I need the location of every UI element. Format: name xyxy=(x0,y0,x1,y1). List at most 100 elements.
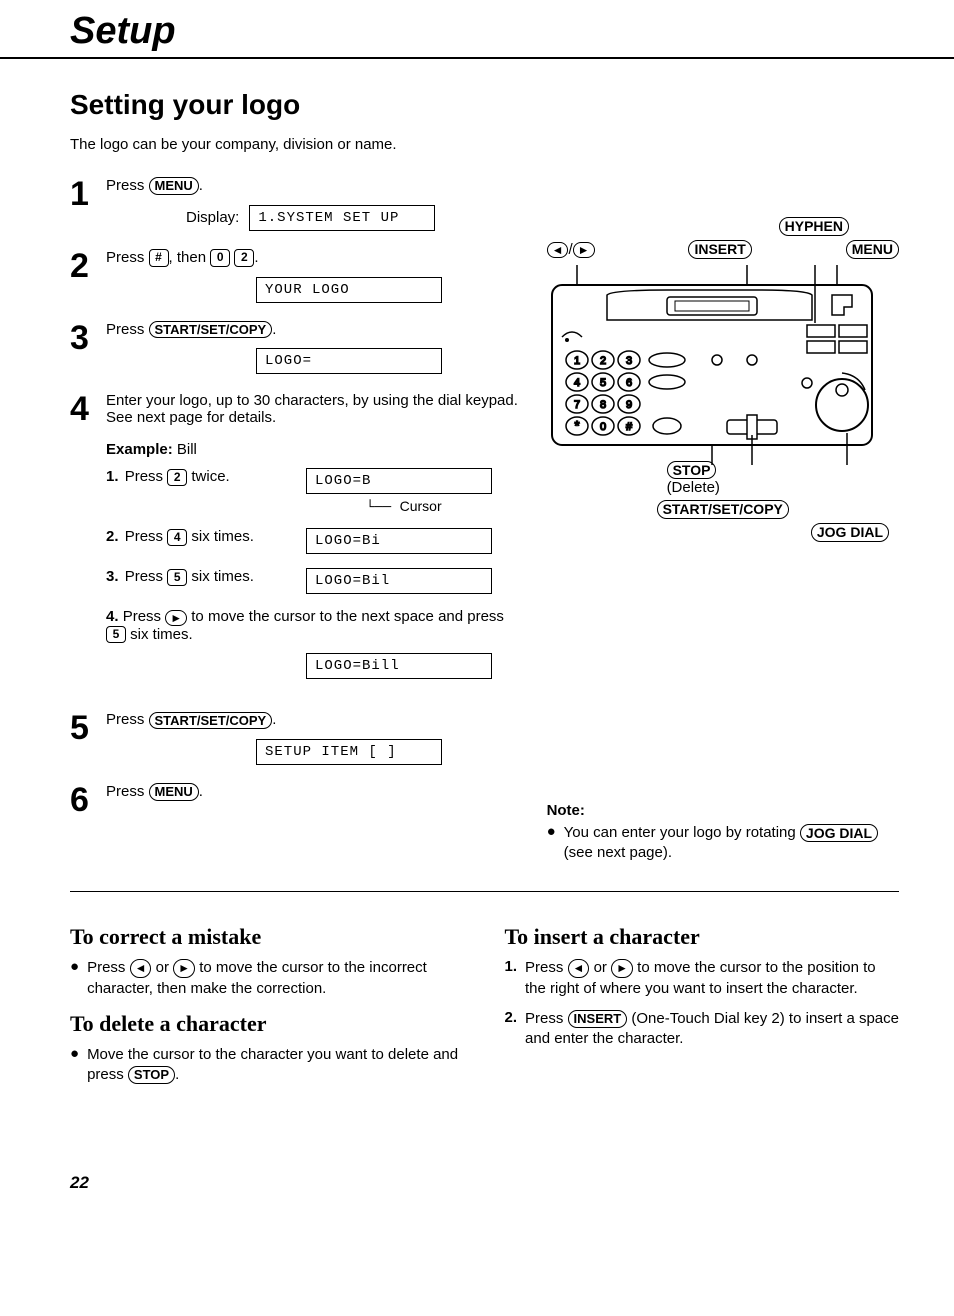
right-arrow-key: ► xyxy=(165,610,187,626)
display-3: LOGO= xyxy=(256,348,442,374)
five-key: 5 xyxy=(167,569,187,587)
insert-1-b: or xyxy=(594,959,612,976)
correct-b: or xyxy=(156,959,174,976)
svg-text:2: 2 xyxy=(600,355,606,367)
bullet-icon: ● xyxy=(70,958,79,999)
display-ex1: LOGO=B xyxy=(306,468,492,494)
step-5-text-b: . xyxy=(272,711,276,728)
ex1-a: Press xyxy=(125,468,168,485)
step-3-text-b: . xyxy=(272,321,276,338)
svg-text:8: 8 xyxy=(600,399,606,411)
svg-text:3: 3 xyxy=(626,355,632,367)
bottom-columns: To correct a mistake ● Press ◄ or ► to m… xyxy=(70,912,899,1093)
correct-a: Press xyxy=(87,959,130,976)
step-2-text-b: , then xyxy=(169,249,211,266)
svg-text:0: 0 xyxy=(600,421,606,433)
intro-text: The logo can be your company, division o… xyxy=(70,136,899,153)
menu-key-label: MENU xyxy=(846,240,899,259)
ex3-b: six times. xyxy=(191,568,254,585)
page-title: Setup xyxy=(70,10,899,53)
start-set-copy-label: START/SET/COPY xyxy=(657,500,789,519)
insert-1-a: Press xyxy=(525,959,568,976)
step-4-number: 4 xyxy=(70,392,106,426)
bottom-left: To correct a mistake ● Press ◄ or ► to m… xyxy=(70,912,465,1093)
ex4-a: Press xyxy=(123,608,166,625)
svg-text:9: 9 xyxy=(626,399,632,411)
step-3-text-a: Press xyxy=(106,321,149,338)
step-6-number: 6 xyxy=(70,783,106,817)
svg-text:1: 1 xyxy=(574,355,580,367)
menu-key: MENU xyxy=(149,177,199,195)
display-label: Display: xyxy=(186,209,239,226)
insert-item-1: 1. Press ◄ or ► to move the cursor to th… xyxy=(505,958,900,999)
device-diagram: HYPHEN ◄/► INSERT MENU xyxy=(547,217,899,542)
note-bullet: ● You can enter your logo by rotating JO… xyxy=(547,823,899,864)
example-label-b: Bill xyxy=(177,441,197,458)
ex2-a: Press xyxy=(125,528,168,545)
step-4-text: Enter your logo, up to 30 characters, by… xyxy=(106,392,519,426)
start-set-copy-key: START/SET/COPY xyxy=(149,712,273,730)
bottom-right: To insert a character 1. Press ◄ or ► to… xyxy=(505,912,900,1093)
step-4: 4 Enter your logo, up to 30 characters, … xyxy=(70,392,519,693)
cursor-label: Cursor xyxy=(366,498,519,516)
menu-key: MENU xyxy=(149,783,199,801)
stop-key-label: STOP xyxy=(667,461,717,480)
insert-key-label: INSERT xyxy=(688,240,751,259)
step-2-text-c: . xyxy=(254,249,258,266)
step-1: 1 Press MENU. Display: 1.SYSTEM SET UP xyxy=(70,177,519,231)
delete-bullet: ● Move the cursor to the character you w… xyxy=(70,1045,465,1086)
right-arrow-icon: ► xyxy=(573,242,595,258)
ex4-num: 4. xyxy=(106,608,119,625)
correct-bullet: ● Press ◄ or ► to move the cursor to the… xyxy=(70,958,465,999)
svg-text:*: * xyxy=(574,418,579,433)
insert-title: To insert a character xyxy=(505,924,900,950)
step-5-number: 5 xyxy=(70,711,106,745)
page-number: 22 xyxy=(70,1173,899,1193)
step-2-text-a: Press xyxy=(106,249,149,266)
slash: / xyxy=(568,241,572,258)
device-icon: 1 2 3 4 5 6 7 8 9 * 0 # xyxy=(547,265,877,465)
ex2-b: six times. xyxy=(191,528,254,545)
note-text-a: You can enter your logo by rotating xyxy=(564,824,800,841)
main-columns: 1 Press MENU. Display: 1.SYSTEM SET UP 2… xyxy=(70,177,899,871)
display-5: SETUP ITEM [ ] xyxy=(256,739,442,765)
jog-dial-label: JOG DIAL xyxy=(811,523,889,542)
four-key: 4 xyxy=(167,529,187,547)
left-arrow-key: ◄ xyxy=(568,959,590,977)
bullet-icon: ● xyxy=(70,1045,79,1086)
five-key: 5 xyxy=(106,626,126,644)
svg-text:6: 6 xyxy=(626,377,632,389)
svg-text:5: 5 xyxy=(600,377,606,389)
left-arrow-key: ◄ xyxy=(130,959,152,977)
left-arrow-icon: ◄ xyxy=(547,242,569,258)
note-text-b: (see next page). xyxy=(564,844,672,861)
ex1-b: twice. xyxy=(191,468,229,485)
ex4-b: to move the cursor to the next space and… xyxy=(191,608,504,625)
stop-sublabel: (Delete) xyxy=(667,479,720,496)
two-key: 2 xyxy=(234,249,254,267)
step-5-text-a: Press xyxy=(106,711,149,728)
correct-title: To correct a mistake xyxy=(70,924,465,950)
step-3: 3 Press START/SET/COPY. LOGO= xyxy=(70,321,519,375)
section-title: Setting your logo xyxy=(70,89,899,121)
insert-2-a: Press xyxy=(525,1010,568,1027)
display-1: 1.SYSTEM SET UP xyxy=(249,205,435,231)
ex1-num: 1. xyxy=(106,468,119,485)
step-2: 2 Press #, then 0 2. YOUR LOGO xyxy=(70,249,519,303)
left-column: 1 Press MENU. Display: 1.SYSTEM SET UP 2… xyxy=(70,177,519,835)
step-2-number: 2 xyxy=(70,249,106,283)
display-ex2: LOGO=Bi xyxy=(306,528,492,554)
ex3-a: Press xyxy=(125,568,168,585)
display-2: YOUR LOGO xyxy=(256,277,442,303)
example-label-a: Example: xyxy=(106,441,173,458)
insert-key: INSERT xyxy=(568,1010,628,1028)
title-rule xyxy=(0,57,954,59)
step-6-text-a: Press xyxy=(106,783,149,800)
right-column: HYPHEN ◄/► INSERT MENU xyxy=(547,177,899,871)
example-row-1: 1. Press 2 twice. LOGO=B xyxy=(106,468,519,494)
stop-key: STOP xyxy=(128,1066,175,1084)
note-head: Note: xyxy=(547,802,899,819)
step-3-number: 3 xyxy=(70,321,106,355)
jog-dial-key: JOG DIAL xyxy=(800,824,878,843)
right-arrow-key: ► xyxy=(173,959,195,977)
